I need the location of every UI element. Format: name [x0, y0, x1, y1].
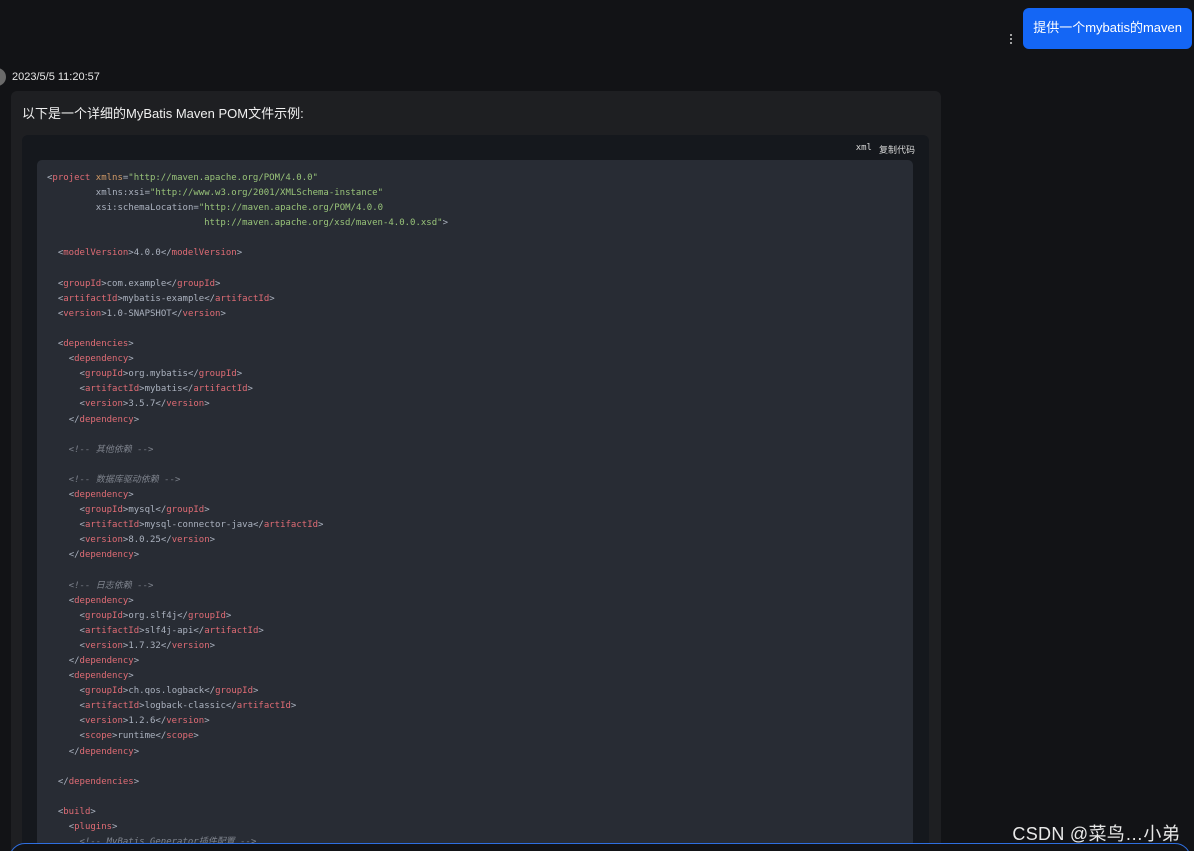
more-options-icon[interactable] — [1003, 29, 1019, 49]
code-toolbar: xml 复制代码 — [856, 143, 915, 156]
chat-input-box[interactable] — [9, 843, 1191, 851]
assistant-intro-text: 以下是一个详细的MyBatis Maven POM文件示例: — [22, 106, 304, 121]
user-message-row: 提供一个mybatis的maven — [1003, 8, 1192, 49]
code-block: xml 复制代码 <project xmlns="http://maven.ap… — [22, 135, 929, 851]
user-message-bubble: 提供一个mybatis的maven — [1023, 8, 1192, 49]
code-language-label: xml — [855, 143, 872, 153]
assistant-avatar — [0, 68, 6, 86]
chat-page: 提供一个mybatis的maven 2023/5/5 11:20:57 以下是一… — [0, 0, 1194, 851]
message-timestamp: 2023/5/5 11:20:57 — [12, 71, 100, 83]
code-content-area: <project xmlns="http://maven.apache.org/… — [37, 160, 913, 851]
copy-code-button[interactable]: 复制代码 — [879, 143, 915, 156]
assistant-message-panel: 以下是一个详细的MyBatis Maven POM文件示例: xml 复制代码 … — [11, 91, 941, 851]
code-text: <project xmlns="http://maven.apache.org/… — [47, 173, 448, 847]
